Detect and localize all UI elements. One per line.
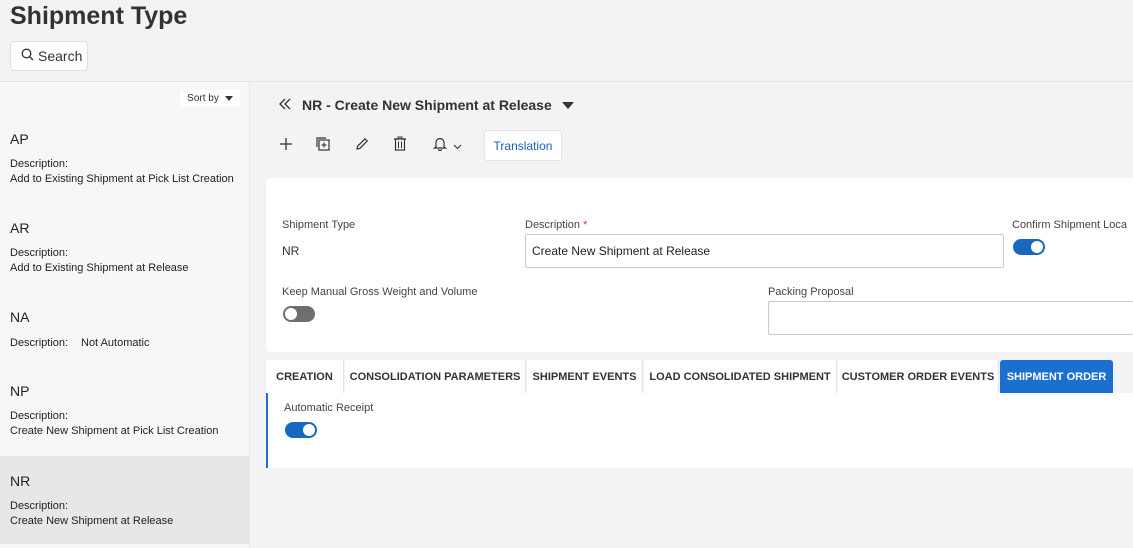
tab-load-consolidated-shipment[interactable]: LOAD CONSOLIDATED SHIPMENT [644,360,837,393]
list-item-nr[interactable]: NR Description: Create New Shipment at R… [0,456,249,544]
item-code: NR [10,473,31,489]
delete-button[interactable] [389,131,411,161]
item-code: AR [10,220,30,236]
new-button[interactable] [275,131,297,161]
item-desc-label: Description: [10,158,69,170]
notifications-button[interactable] [427,131,467,161]
confirm-shipment-location-label: Confirm Shipment Loca [1012,219,1127,231]
duplicate-button[interactable] [312,131,334,161]
plus-icon [279,137,293,156]
search-button[interactable]: Search [10,41,88,71]
collapse-panel-icon[interactable] [278,97,292,113]
list-item-ap[interactable]: AP Description: Add to Existing Shipment… [0,122,249,211]
item-desc: Add to Existing Shipment at Release [10,262,189,274]
duplicate-icon [315,136,331,157]
item-code: AP [10,131,29,147]
tab-shipment-events[interactable]: SHIPMENT EVENTS [527,360,643,393]
description-label: Description * [525,219,588,231]
toggle-knob [303,424,315,436]
list-item-na[interactable]: NA Description: Not Automatic [0,300,249,373]
tab-shipment-order[interactable]: SHIPMENT ORDER [1000,360,1113,393]
automatic-receipt-toggle[interactable] [285,422,317,438]
list-item-np[interactable]: NP Description: Create New Shipment at P… [0,373,249,456]
search-icon [21,48,34,64]
item-code: NA [10,309,30,325]
confirm-shipment-location-toggle[interactable] [1013,239,1045,255]
item-desc: Add to Existing Shipment at Pick List Cr… [10,173,234,185]
bell-icon [432,136,447,156]
required-marker: * [583,219,588,231]
item-desc-label: Description: [10,337,69,349]
item-desc-label: Description: [10,500,69,512]
record-title: NR - Create New Shipment at Release [278,97,574,113]
description-field[interactable]: Create New Shipment at Release [525,234,1004,268]
tab-creation[interactable]: CREATION [266,360,344,393]
list-item-ar[interactable]: AR Description: Add to Existing Shipment… [0,211,249,300]
toggle-knob [285,308,297,320]
page-title: Shipment Type [10,2,188,30]
sort-by-label: Sort by [187,93,219,104]
edit-icon [355,137,369,156]
shipment-type-label: Shipment Type [282,219,356,231]
tab-panel-shipment-order: Automatic Receipt [266,393,1133,468]
record-title-text: NR - Create New Shipment at Release [302,97,552,113]
translation-button[interactable]: Translation [484,130,562,161]
item-code: NP [10,383,30,399]
automatic-receipt-label: Automatic Receipt [284,402,374,414]
tab-customer-order-events[interactable]: CUSTOMER ORDER EVENTS [838,360,999,393]
edit-button[interactable] [351,131,373,161]
keep-manual-weight-label: Keep Manual Gross Weight and Volume [282,286,478,298]
item-desc: Create New Shipment at Pick List Creatio… [10,425,219,437]
chevron-down-icon [453,137,462,155]
item-desc-label: Description: [10,247,69,259]
caret-down-icon [224,96,233,101]
item-desc: Create New Shipment at Release [10,515,174,527]
item-desc-label: Description: [10,410,69,422]
packing-proposal-label: Packing Proposal [768,286,854,298]
detail-form: Shipment Type NR Description * Create Ne… [266,178,1133,352]
keep-manual-weight-toggle[interactable] [283,306,315,322]
item-desc: Not Automatic [81,337,150,349]
record-list: Sort by AP Description: Add to Existing … [0,82,250,548]
sort-by-button[interactable]: Sort by [180,90,240,107]
delete-icon [393,136,407,156]
toggle-knob [1031,241,1043,253]
tab-consolidation-parameters[interactable]: CONSOLIDATION PARAMETERS [345,360,526,393]
record-selector-caret-icon[interactable] [561,101,574,109]
shipment-type-value: NR [282,244,300,258]
search-label: Search [38,48,83,64]
packing-proposal-field[interactable] [768,301,1133,335]
